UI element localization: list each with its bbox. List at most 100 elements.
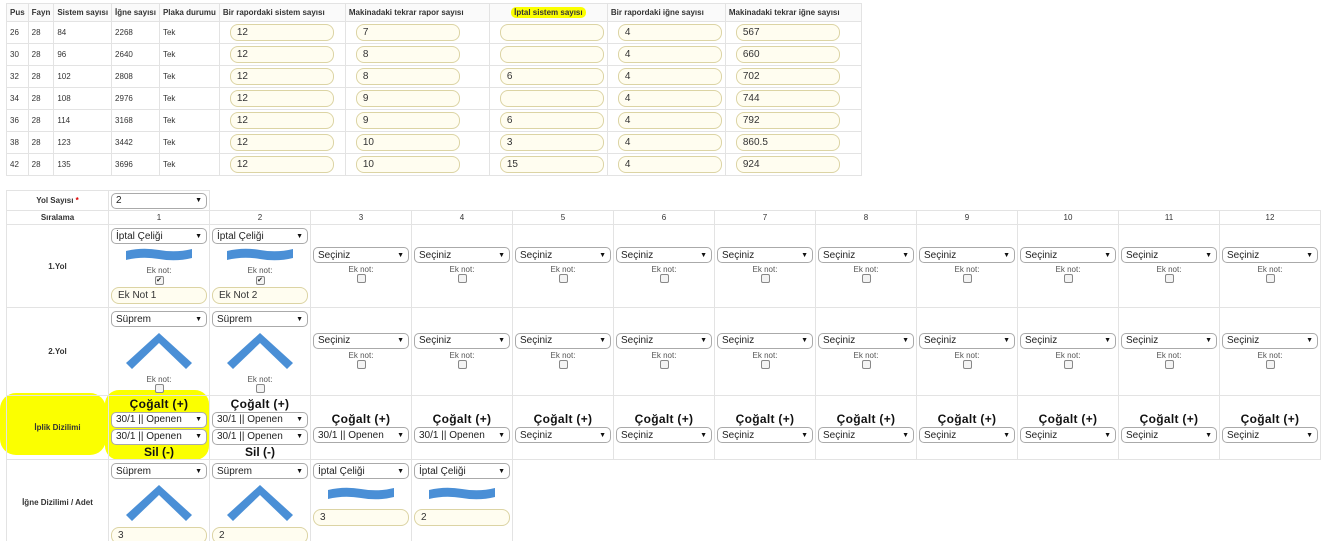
report-input[interactable]: 4 bbox=[617, 90, 722, 107]
cogalt-button[interactable]: Çoğalt (+) bbox=[715, 412, 815, 426]
iplik-select[interactable]: Seçiniz ▼ bbox=[818, 427, 914, 443]
ek-not-checkbox[interactable] bbox=[558, 359, 568, 369]
iplik-select[interactable]: Seçiniz ▼ bbox=[717, 427, 813, 443]
report-input[interactable]: 8 bbox=[355, 46, 460, 63]
ek-not-checkbox[interactable] bbox=[457, 359, 467, 369]
ek-not-checkbox[interactable] bbox=[1063, 274, 1073, 283]
cogalt-button[interactable]: Çoğalt (+) bbox=[917, 412, 1017, 426]
select-dropdown[interactable]: Seçiniz ▼ bbox=[818, 247, 914, 263]
select-dropdown[interactable]: Seçiniz ▼ bbox=[1121, 247, 1217, 263]
sil-button[interactable]: Sil (-) bbox=[210, 445, 310, 459]
ek-not-checkbox[interactable] bbox=[1265, 359, 1275, 369]
ek-not-checkbox[interactable] bbox=[659, 359, 669, 369]
select-dropdown[interactable]: Seçiniz ▼ bbox=[919, 247, 1015, 263]
report-input[interactable]: 3 bbox=[499, 134, 604, 151]
select-dropdown[interactable]: Süprem ▼ bbox=[111, 311, 207, 327]
ek-not-checkbox[interactable] bbox=[1265, 274, 1275, 283]
select-dropdown[interactable]: Seçiniz ▼ bbox=[1222, 332, 1318, 349]
select-dropdown[interactable]: Seçiniz ▼ bbox=[1121, 332, 1217, 349]
iplik-select[interactable]: 30/1 || Openen ▼ bbox=[212, 428, 308, 445]
report-input[interactable]: 7 bbox=[355, 24, 460, 41]
report-input[interactable]: 12 bbox=[229, 46, 334, 63]
note-input[interactable]: 2 bbox=[212, 527, 308, 541]
report-input[interactable]: 567 bbox=[735, 24, 840, 41]
select-dropdown[interactable]: Seçiniz ▼ bbox=[313, 247, 409, 263]
cogalt-button[interactable]: Çoğalt (+) bbox=[816, 412, 916, 426]
report-input[interactable]: 12 bbox=[229, 112, 334, 129]
select-dropdown[interactable]: Seçiniz ▼ bbox=[919, 332, 1015, 349]
ek-not-checkbox[interactable] bbox=[1164, 359, 1174, 369]
report-input[interactable]: 4 bbox=[617, 112, 722, 129]
select-dropdown[interactable]: İptal Çeliği ▼ bbox=[414, 463, 510, 479]
iplik-select[interactable]: 30/1 || Openen ▼ bbox=[111, 428, 207, 445]
report-input[interactable]: 9 bbox=[355, 90, 460, 107]
ek-not-checkbox[interactable] bbox=[255, 384, 265, 393]
report-input[interactable]: 860.5 bbox=[735, 134, 840, 151]
iplik-select[interactable]: Seçiniz ▼ bbox=[919, 427, 1015, 443]
select-dropdown[interactable]: Seçiniz ▼ bbox=[1020, 332, 1116, 349]
report-input[interactable]: 6 bbox=[499, 68, 604, 85]
report-input[interactable]: 10 bbox=[355, 134, 460, 151]
select-dropdown[interactable]: Seçiniz ▼ bbox=[818, 332, 914, 349]
note-input[interactable]: 3 bbox=[111, 527, 207, 541]
ek-not-checkbox[interactable] bbox=[760, 274, 770, 283]
cogalt-button[interactable]: Çoğalt (+) bbox=[513, 412, 613, 426]
report-input[interactable]: 9 bbox=[355, 112, 460, 129]
select-dropdown[interactable]: İptal Çeliği ▼ bbox=[313, 463, 409, 479]
report-input[interactable] bbox=[499, 46, 604, 63]
cogalt-button[interactable]: Çoğalt (+) bbox=[311, 412, 411, 426]
select-dropdown[interactable]: İptal Çeliği ▼ bbox=[212, 228, 308, 244]
report-input[interactable]: 15 bbox=[499, 156, 604, 173]
ek-not-checkbox[interactable] bbox=[154, 384, 164, 393]
report-input[interactable]: 4 bbox=[617, 24, 722, 41]
select-dropdown[interactable]: Seçiniz ▼ bbox=[717, 332, 813, 349]
select-dropdown[interactable]: Seçiniz ▼ bbox=[1222, 247, 1318, 263]
ek-not-checkbox[interactable] bbox=[1063, 359, 1073, 369]
ek-not-checkbox[interactable]: ✔ bbox=[255, 276, 265, 285]
ek-not-checkbox[interactable] bbox=[962, 274, 972, 283]
iplik-select[interactable]: Seçiniz ▼ bbox=[1121, 427, 1217, 443]
ek-not-checkbox[interactable] bbox=[659, 274, 669, 283]
ek-not-checkbox[interactable] bbox=[356, 274, 366, 283]
report-input[interactable]: 6 bbox=[499, 112, 604, 129]
cogalt-button[interactable]: Çoğalt (+) bbox=[614, 412, 714, 426]
select-dropdown[interactable]: Seçiniz ▼ bbox=[616, 332, 712, 349]
select-dropdown[interactable]: Seçiniz ▼ bbox=[717, 247, 813, 263]
report-input[interactable]: 702 bbox=[735, 68, 840, 85]
report-input[interactable]: 660 bbox=[735, 46, 840, 63]
ek-not-checkbox[interactable] bbox=[760, 359, 770, 369]
ek-not-checkbox[interactable] bbox=[356, 359, 366, 369]
select-dropdown[interactable]: Süprem ▼ bbox=[212, 311, 308, 327]
select-dropdown[interactable]: İptal Çeliği ▼ bbox=[111, 228, 207, 244]
report-input[interactable]: 12 bbox=[229, 156, 334, 173]
iplik-select[interactable]: Seçiniz ▼ bbox=[515, 427, 611, 443]
select-dropdown[interactable]: Seçiniz ▼ bbox=[616, 247, 712, 263]
ek-not-checkbox[interactable] bbox=[861, 274, 871, 283]
note-input[interactable]: 2 bbox=[414, 509, 510, 526]
note-input[interactable]: 3 bbox=[313, 509, 409, 526]
report-input[interactable]: 4 bbox=[617, 46, 722, 63]
select-dropdown[interactable]: Süprem ▼ bbox=[111, 463, 207, 479]
select-dropdown[interactable]: Seçiniz ▼ bbox=[1020, 247, 1116, 263]
select-dropdown[interactable]: Seçiniz ▼ bbox=[313, 332, 409, 349]
report-input[interactable]: 4 bbox=[617, 156, 722, 173]
iplik-select[interactable]: Seçiniz ▼ bbox=[616, 427, 712, 443]
ek-not-checkbox[interactable] bbox=[861, 359, 871, 369]
cogalt-button[interactable]: Çoğalt (+) bbox=[1119, 412, 1219, 426]
iplik-select[interactable]: 30/1 || Openen ▼ bbox=[111, 411, 207, 428]
cogalt-button[interactable]: Çoğalt (+) bbox=[1220, 412, 1320, 426]
ek-not-checkbox[interactable] bbox=[1164, 274, 1174, 283]
note-input[interactable]: Ek Not 2 bbox=[212, 287, 308, 304]
report-input[interactable]: 8 bbox=[355, 68, 460, 85]
sil-button[interactable]: Sil (-) bbox=[109, 445, 209, 459]
select-dropdown[interactable]: Süprem ▼ bbox=[212, 463, 308, 479]
ek-not-checkbox[interactable] bbox=[558, 274, 568, 283]
ek-not-checkbox[interactable] bbox=[457, 274, 467, 283]
iplik-select[interactable]: 30/1 || Openen ▼ bbox=[212, 411, 308, 428]
iplik-select[interactable]: 30/1 || Openen ▼ bbox=[313, 427, 409, 443]
ek-not-checkbox[interactable]: ✔ bbox=[154, 276, 164, 285]
iplik-select[interactable]: Seçiniz ▼ bbox=[1020, 427, 1116, 443]
report-input[interactable]: 12 bbox=[229, 24, 334, 41]
report-input[interactable] bbox=[499, 90, 604, 107]
select-dropdown[interactable]: Seçiniz ▼ bbox=[414, 247, 510, 263]
